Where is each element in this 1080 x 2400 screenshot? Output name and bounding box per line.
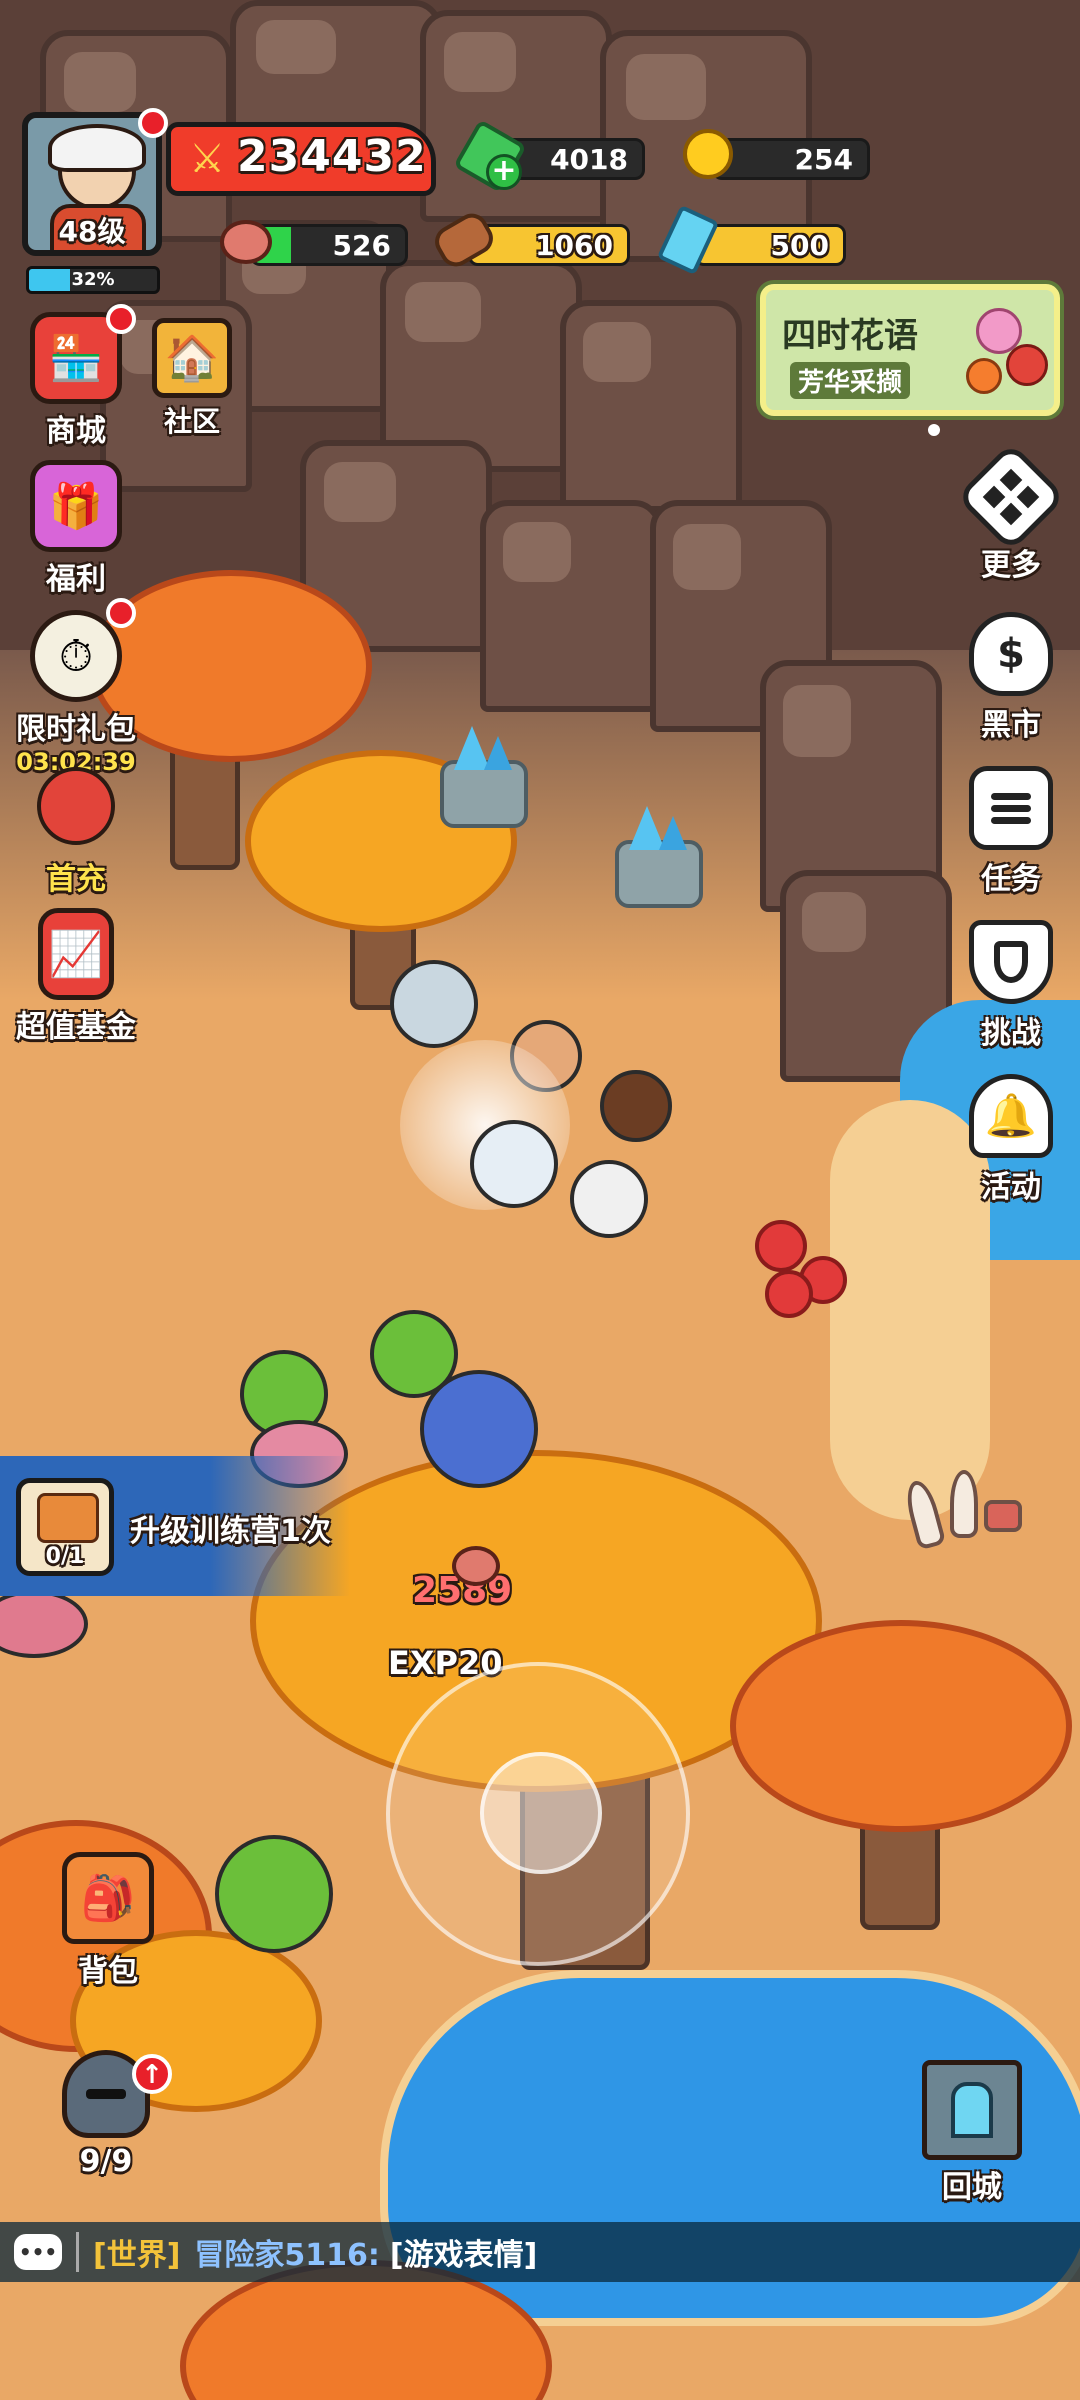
avatar-hair — [48, 124, 146, 172]
return-city-label: 回城 — [942, 2170, 1002, 2205]
player-level: 48级 — [58, 215, 126, 248]
exp-percent: 32% — [71, 269, 115, 290]
chat-message: [游戏表情] — [389, 2238, 538, 2273]
return-city-button[interactable]: 回城 — [912, 2060, 1032, 2206]
joystick-knob[interactable] — [480, 1752, 602, 1874]
crystal-icon — [656, 204, 720, 276]
rose-bush[interactable] — [755, 1220, 847, 1320]
black-market-label: 黑市 — [981, 708, 1041, 743]
avatar-notification-dot — [138, 108, 168, 138]
shield-icon — [969, 920, 1053, 1004]
combat-power-bar[interactable]: ⚔ 234432 — [166, 122, 436, 196]
first-recharge-label: 首充 — [46, 862, 106, 897]
list-icon — [969, 766, 1053, 850]
chat-sender[interactable]: 冒险家5116: — [194, 2230, 380, 2274]
fund-card-icon: 📈 — [38, 908, 114, 1000]
banner-page-dot-inactive — [898, 424, 910, 436]
quest-text: 升级训练营1次 — [130, 1514, 331, 1549]
limited-pack-notification-dot — [106, 598, 136, 628]
limited-pack-button[interactable]: ⏱ 限时礼包 03:02:39 — [16, 610, 136, 776]
combat-power-value: 234432 — [237, 131, 427, 182]
crystal-node[interactable] — [615, 806, 703, 908]
more-button[interactable]: 更多 — [955, 441, 1067, 584]
hero-girl-icon — [30, 760, 122, 852]
hero-sprite[interactable] — [600, 1070, 672, 1142]
value-fund-label: 超值基金 — [16, 1010, 136, 1045]
chat-bubble-icon[interactable]: ••• — [14, 2234, 62, 2270]
hero-sprite[interactable] — [390, 960, 478, 1048]
crystal-node[interactable] — [440, 726, 528, 828]
challenge-label: 挑战 — [981, 1016, 1041, 1051]
money-bag-icon: $ — [969, 612, 1053, 696]
first-recharge-button[interactable]: 首充 — [16, 760, 136, 898]
rock — [420, 10, 612, 222]
stopwatch-icon: ⏱ — [30, 610, 122, 702]
player-avatar[interactable]: 48级 — [22, 112, 162, 256]
events-button[interactable]: 🔔 活动 — [956, 1074, 1066, 1206]
upgrade-arrow-icon: ↑ — [132, 2054, 172, 2094]
castle-icon — [922, 2060, 1022, 2160]
gold-coin-icon — [680, 126, 736, 182]
tree — [730, 1620, 1072, 1832]
exp-bar: 32% — [26, 266, 160, 294]
chat-channel: [世界] — [93, 2238, 181, 2273]
bell-icon: 🔔 — [969, 1074, 1053, 1158]
challenge-button[interactable]: 挑战 — [956, 920, 1066, 1052]
more-grid-icon — [955, 441, 1067, 553]
quest-panel[interactable]: 0/1 升级训练营1次 — [0, 1456, 350, 1596]
gift-icon: 🎁 — [30, 460, 122, 552]
events-label: 活动 — [981, 1170, 1041, 1205]
wood-value: 1060 — [535, 228, 613, 262]
welfare-label: 福利 — [46, 562, 106, 597]
heroes-count: 9/9 — [79, 2144, 133, 2179]
flower-icon — [966, 308, 1048, 398]
black-market-button[interactable]: $ 黑市 — [956, 612, 1066, 744]
world-chat-bar[interactable]: ••• [世界] 冒险家5116: [游戏表情] — [0, 2222, 1080, 2282]
event-subtitle: 芳华采撷 — [790, 362, 911, 399]
meat-value: 526 — [332, 228, 391, 262]
event-banner[interactable]: 四时花语 芳华采撷 — [760, 284, 1060, 416]
backpack-label: 背包 — [78, 1954, 138, 1989]
enemy-boss[interactable] — [420, 1370, 538, 1488]
swords-icon: ⚔ — [189, 136, 225, 182]
meat-drop-icon — [452, 1546, 500, 1586]
gold-value: 254 — [794, 142, 853, 176]
community-label: 社区 — [163, 405, 220, 438]
community-button[interactable]: 🏠 社区 — [132, 318, 252, 440]
event-title: 四时花语 — [782, 316, 918, 356]
crystal-counter[interactable]: 500 — [694, 224, 846, 266]
virtual-joystick[interactable] — [386, 1662, 690, 1966]
rock — [480, 500, 662, 712]
bone-pile — [901, 1470, 1022, 1551]
backpack-icon: 🎒 — [62, 1852, 154, 1944]
wood-log-icon — [429, 207, 499, 273]
value-fund-button[interactable]: 📈 超值基金 — [16, 908, 136, 1046]
tasks-button[interactable]: 任务 — [956, 766, 1066, 898]
quest-progress: 0/1 — [45, 1544, 85, 1569]
training-camp-icon — [37, 1493, 99, 1543]
rock — [560, 300, 742, 512]
more-label: 更多 — [981, 548, 1041, 583]
plus-icon: + — [486, 154, 522, 190]
gem-icon: + — [453, 119, 527, 193]
quest-icon: 0/1 — [16, 1478, 114, 1576]
wood-counter[interactable]: 1060 — [468, 224, 630, 266]
enemy-boar[interactable] — [0, 1590, 88, 1658]
enemy-goblin[interactable] — [215, 1835, 333, 1953]
welfare-button[interactable]: 🎁 福利 — [16, 460, 136, 598]
crystal-value: 500 — [770, 228, 829, 262]
backpack-button[interactable]: 🎒 背包 — [48, 1852, 168, 1990]
hero-sprite[interactable] — [570, 1160, 648, 1238]
hero-sprite[interactable] — [470, 1120, 558, 1208]
tasks-label: 任务 — [981, 862, 1041, 897]
gem-value: 4018 — [550, 142, 628, 176]
banner-page-dot-active — [928, 424, 940, 436]
meat-icon — [218, 214, 274, 270]
limited-pack-label: 限时礼包 — [16, 712, 136, 747]
shop-label: 商城 — [46, 414, 106, 449]
chat-divider — [76, 2232, 79, 2272]
house-icon: 🏠 — [152, 318, 232, 398]
